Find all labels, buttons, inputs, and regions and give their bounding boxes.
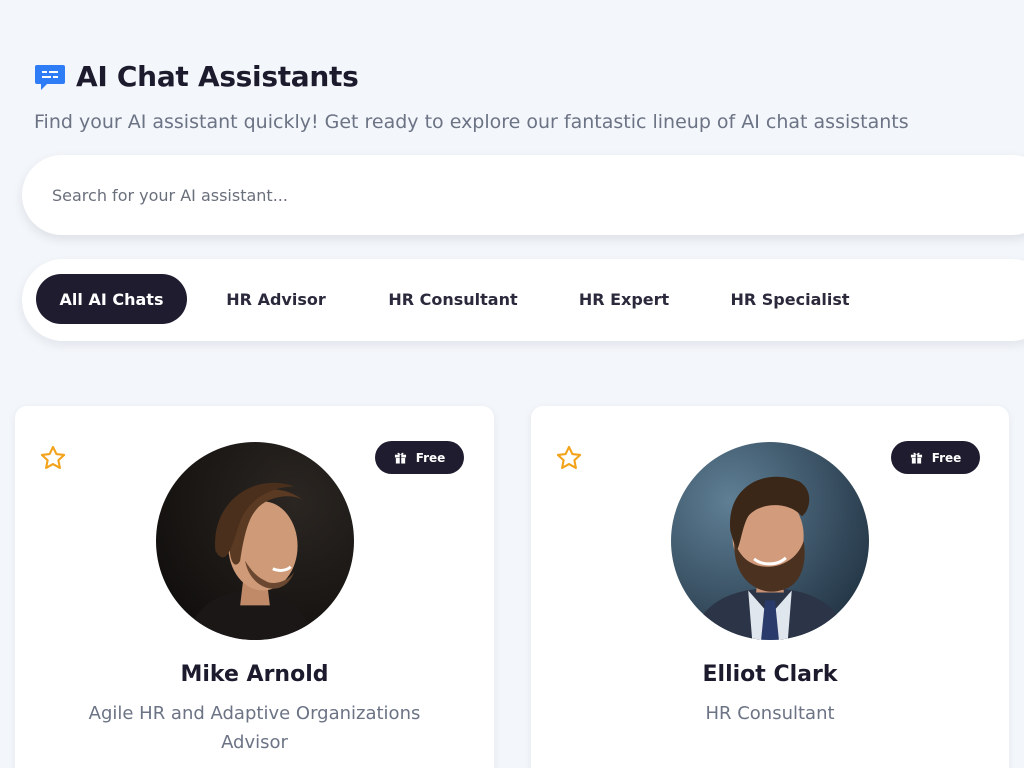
- assistant-name: Mike Arnold: [180, 662, 329, 687]
- page-title: AI Chat Assistants: [76, 60, 359, 93]
- badge-label: Free: [415, 450, 446, 465]
- filter-hr-expert[interactable]: HR Expert: [554, 274, 694, 324]
- filter-all-ai-chats[interactable]: All AI Chats: [36, 274, 187, 324]
- filter-hr-specialist[interactable]: HR Specialist: [710, 274, 870, 324]
- star-outline-icon[interactable]: [39, 444, 67, 472]
- filter-tabs: All AI Chats HR Advisor HR Consultant HR…: [22, 259, 1024, 341]
- free-badge: Free: [375, 441, 464, 474]
- avatar-portrait-mike: [156, 442, 354, 640]
- page: AI Chat Assistants Find your AI assistan…: [0, 0, 1024, 768]
- search-bar: [22, 155, 1024, 235]
- star-outline-icon[interactable]: [555, 444, 583, 472]
- filter-hr-consultant[interactable]: HR Consultant: [368, 274, 538, 324]
- page-header: AI Chat Assistants: [34, 60, 359, 93]
- assistant-role: Agile HR and Adaptive Organizations Advi…: [88, 703, 421, 753]
- avatar: [671, 442, 869, 640]
- badge-label: Free: [931, 450, 962, 465]
- assistant-card[interactable]: Free Mike Arnold Agile HR and Adaptive O…: [15, 406, 494, 768]
- page-subtitle: Find your AI assistant quickly! Get read…: [34, 111, 909, 133]
- chat-bubble-icon: [35, 64, 65, 90]
- avatar-portrait-elliot: [671, 442, 869, 640]
- assistant-name: Elliot Clark: [702, 662, 838, 687]
- gift-icon: [910, 452, 922, 464]
- free-badge: Free: [891, 441, 980, 474]
- search-input[interactable]: [52, 155, 1002, 235]
- assistant-card[interactable]: Free Elliot Clark HR Consultant: [531, 406, 1009, 768]
- avatar: [156, 442, 354, 640]
- gift-icon: [394, 452, 406, 464]
- filter-hr-advisor[interactable]: HR Advisor: [202, 274, 350, 324]
- assistant-role: HR Consultant: [705, 703, 835, 724]
